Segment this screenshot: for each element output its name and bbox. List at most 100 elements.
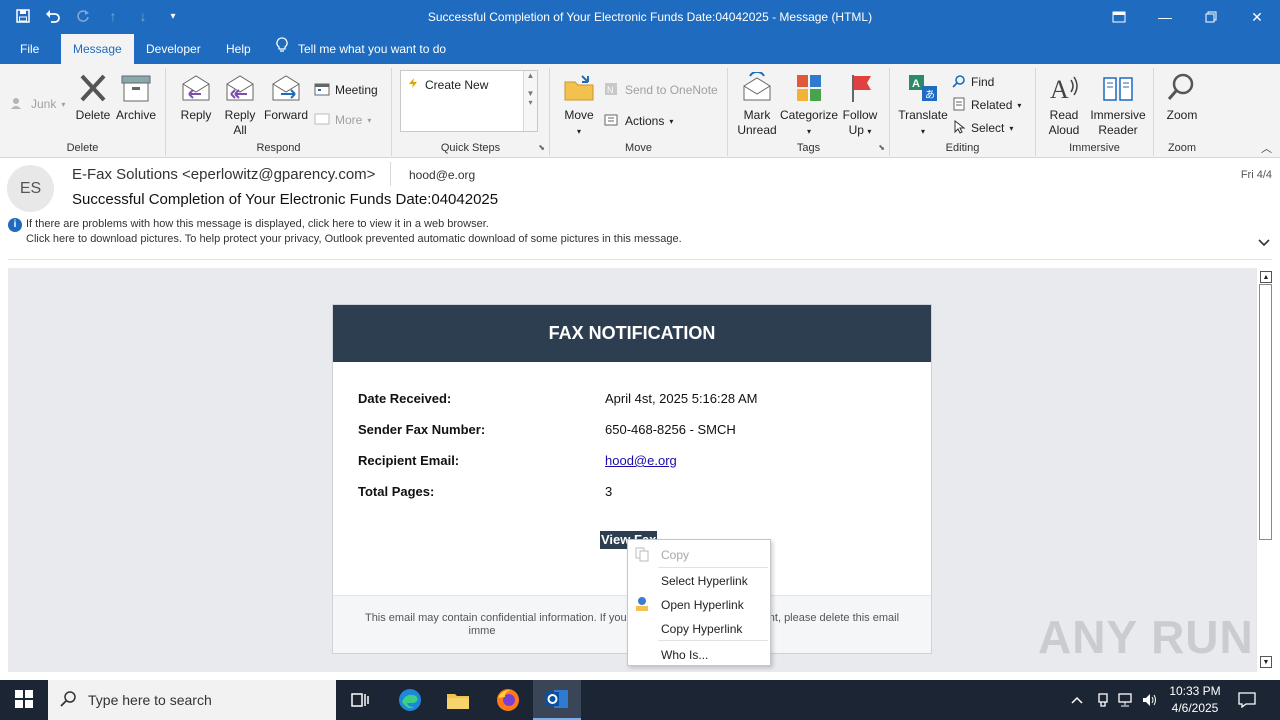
message-header: ES E-Fax Solutions <eperlowitz@gparency.… — [0, 158, 1280, 262]
firefox-icon[interactable] — [484, 680, 532, 720]
tab-help[interactable]: Help — [214, 34, 263, 64]
restore-icon[interactable] — [1188, 0, 1234, 34]
actions-button[interactable]: Actions ▾ — [604, 111, 673, 131]
scroll-down-icon[interactable]: ▼ — [1260, 656, 1272, 668]
quick-steps-scroll[interactable]: ▲ ▼ ▾ — [523, 71, 537, 131]
collapse-ribbon-icon[interactable]: ︿ — [1261, 140, 1272, 156]
scroll-up-icon[interactable]: ▲ — [1260, 271, 1272, 283]
immersive-reader-button[interactable]: Immersive Reader — [1088, 72, 1148, 138]
menu-item-copy-hyperlink[interactable]: Copy Hyperlink — [628, 617, 770, 639]
svg-text:A: A — [1050, 75, 1069, 104]
forward-label: Forward — [263, 108, 308, 122]
menu-item-copy[interactable]: Copy — [628, 543, 770, 565]
copy-label: Copy — [661, 548, 690, 562]
close-icon[interactable]: ✕ — [1234, 0, 1280, 34]
find-button[interactable]: Find — [952, 72, 994, 92]
move-group: Move ▾ N Send to OneNote Actions ▾ Move — [550, 68, 728, 156]
minimize-icon[interactable]: — — [1142, 0, 1188, 34]
ribbon: Junk ▾ Delete Archive Delete Reply Reply… — [0, 64, 1280, 158]
total-pages-value: 3 — [605, 484, 613, 499]
info-line-2[interactable]: Click here to download pictures. To help… — [8, 232, 682, 246]
forward-button[interactable]: Forward — [262, 72, 310, 123]
read-aloud-icon: A — [1047, 72, 1081, 104]
search-icon — [60, 690, 78, 711]
sender-fax-label: Sender Fax Number: — [358, 422, 486, 437]
start-button[interactable] — [0, 680, 48, 720]
zoom-icon — [1165, 72, 1199, 104]
categorize-icon — [792, 72, 826, 104]
menu-item-who-is[interactable]: Who Is... — [628, 643, 770, 665]
tray-chevron-icon[interactable] — [1070, 680, 1084, 720]
categorize-button[interactable]: Categorize ▾ — [780, 72, 838, 139]
scroll-thumb[interactable] — [1259, 284, 1272, 540]
mark-unread-label-2: Unread — [737, 123, 777, 137]
chevron-down-icon: ▾ — [1009, 123, 1014, 133]
respond-group-label: Respond — [256, 142, 301, 154]
tell-me-box[interactable]: Tell me what you want to do — [276, 34, 446, 64]
read-aloud-button[interactable]: A Read Aloud — [1042, 72, 1086, 138]
network-icon[interactable] — [1118, 680, 1136, 720]
chevron-down-icon[interactable] — [1258, 236, 1270, 250]
move-group-label: Move — [625, 142, 652, 154]
avatar: ES — [7, 165, 54, 212]
task-view-icon[interactable] — [336, 680, 384, 720]
svg-text:N: N — [607, 85, 614, 95]
junk-button[interactable]: Junk ▾ — [10, 94, 65, 114]
tab-file[interactable]: File — [8, 34, 51, 64]
quick-steps-gallery[interactable]: Create New ▲ ▼ ▾ — [400, 70, 538, 132]
sender[interactable]: E-Fax Solutions <eperlowitz@gparency.com… — [72, 166, 375, 183]
taskbar: Type here to search 10:33 PM 4/6/2025 — [0, 680, 1280, 720]
translate-label: Translate — [898, 108, 948, 122]
chevron-down-icon: ▾ — [1017, 100, 1022, 110]
cursor-icon — [952, 119, 966, 137]
tab-message[interactable]: Message — [61, 34, 134, 64]
menu-item-open-hyperlink[interactable]: Open Hyperlink — [628, 593, 770, 615]
edge-icon[interactable] — [386, 680, 434, 720]
zoom-button[interactable]: Zoom — [1160, 72, 1204, 123]
mark-unread-button[interactable]: Mark Unread — [734, 70, 780, 138]
create-new-quickstep[interactable]: Create New — [407, 77, 488, 92]
recipient[interactable]: hood@e.org — [390, 162, 475, 186]
forward-icon — [269, 72, 303, 104]
reply-button[interactable]: Reply — [176, 72, 216, 123]
more-button[interactable]: More ▾ — [314, 110, 371, 130]
reply-all-label-2: All — [233, 123, 247, 137]
ribbon-tabs: File Message Developer Help Tell me what… — [0, 34, 1280, 64]
actions-label: Actions — [625, 114, 665, 128]
usb-icon[interactable] — [1096, 680, 1110, 720]
archive-button[interactable]: Archive — [114, 72, 158, 123]
taskbar-search[interactable]: Type here to search — [48, 680, 336, 720]
reply-all-button[interactable]: Reply All — [220, 72, 260, 138]
vertical-scrollbar[interactable]: ▲ ▼ — [1256, 268, 1274, 672]
delete-icon — [76, 72, 110, 104]
volume-icon[interactable] — [1142, 680, 1158, 720]
send-to-onenote-button[interactable]: N Send to OneNote — [604, 80, 718, 100]
info-icon: i — [8, 218, 22, 232]
info-line-1[interactable]: If there are problems with how this mess… — [26, 218, 489, 230]
clock-time: 10:33 PM — [1169, 684, 1221, 698]
menu-item-select-hyperlink[interactable]: Select Hyperlink — [628, 569, 770, 591]
delete-button[interactable]: Delete — [72, 72, 114, 123]
meeting-button[interactable]: Meeting — [314, 80, 378, 100]
move-button[interactable]: Move ▾ — [560, 72, 598, 139]
chevron-down-icon: ▾ — [920, 127, 925, 136]
notification-icon[interactable] — [1238, 680, 1256, 720]
clock[interactable]: 10:33 PM 4/6/2025 — [1158, 683, 1232, 717]
recipient-email-link[interactable]: hood@e.org — [605, 453, 677, 468]
tab-developer[interactable]: Developer — [134, 34, 213, 64]
info-bar[interactable]: i If there are problems with how this mes… — [8, 217, 682, 246]
file-explorer-icon[interactable] — [434, 680, 482, 720]
immersive-group: A Read Aloud Immersive Reader Immersive — [1036, 68, 1154, 156]
select-button[interactable]: Select ▾ — [952, 118, 1013, 138]
follow-up-label-2: Up — [848, 123, 864, 137]
outlook-icon[interactable] — [533, 680, 581, 720]
related-button[interactable]: Related ▾ — [952, 95, 1021, 115]
reply-icon — [179, 72, 213, 104]
find-icon — [952, 74, 966, 91]
follow-up-button[interactable]: Follow Up ▾ — [838, 72, 882, 139]
meeting-label: Meeting — [335, 83, 378, 97]
ribbon-display-icon[interactable] — [1096, 0, 1142, 34]
open-hyperlink-icon — [634, 596, 650, 612]
translate-button[interactable]: Aあ Translate ▾ — [896, 72, 950, 139]
mark-unread-icon — [740, 70, 774, 104]
